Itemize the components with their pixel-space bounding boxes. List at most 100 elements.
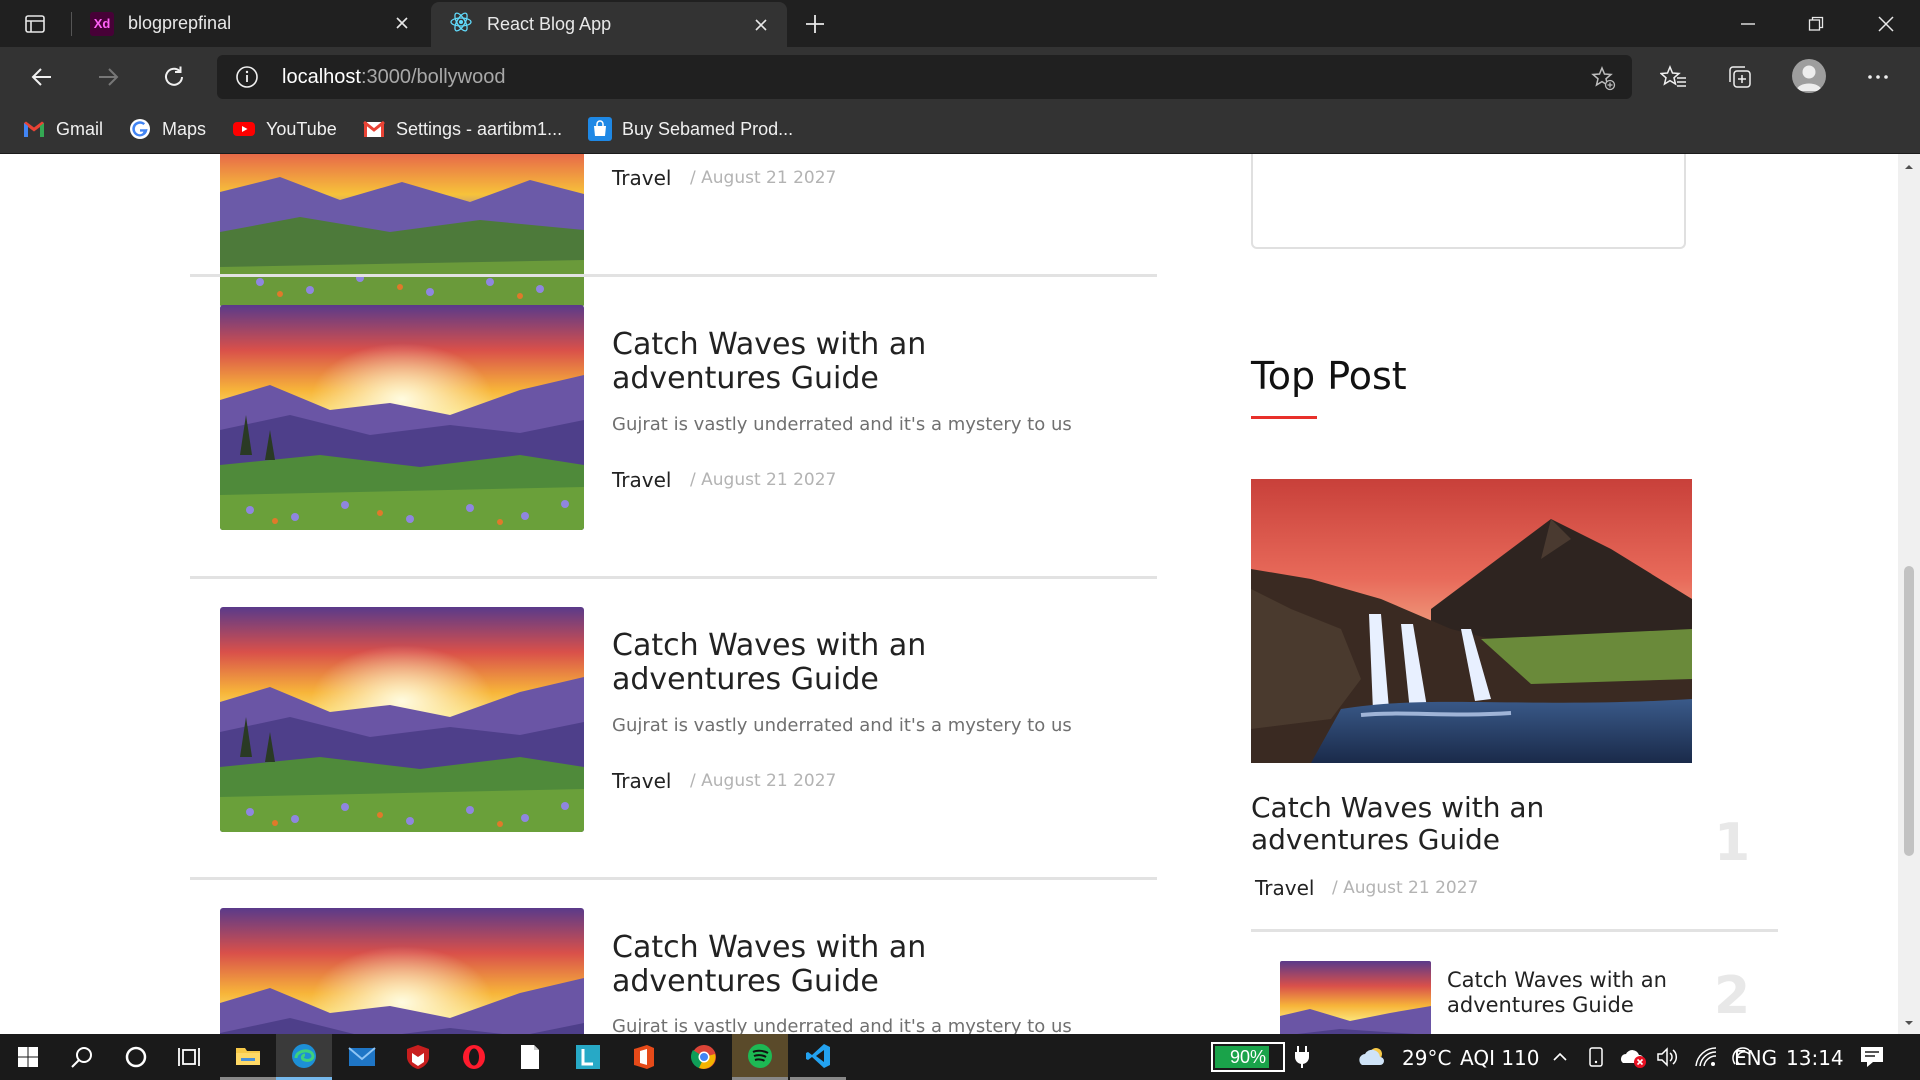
post-divider (190, 877, 1157, 880)
profile-avatar[interactable] (1792, 59, 1826, 93)
url-text[interactable]: localhost:3000/bollywood (282, 66, 506, 89)
refresh-button[interactable] (154, 57, 194, 97)
minimize-button[interactable] (1714, 0, 1782, 47)
collections-icon[interactable] (1724, 61, 1756, 93)
post-description: Gujrat is vastly underrated and it's a m… (612, 414, 1072, 435)
bookmark-youtube[interactable]: YouTube (232, 115, 337, 143)
clock-time[interactable]: 13:14 (1786, 1046, 1844, 1070)
notepad-icon[interactable] (502, 1034, 558, 1080)
forward-button[interactable] (88, 57, 128, 97)
top-post-thumbnail[interactable] (1280, 961, 1431, 1034)
google-icon (128, 117, 152, 141)
bookmark-gmail[interactable]: Gmail (22, 115, 103, 143)
top-post-title[interactable]: Catch Waves with an adventures Guide (1447, 968, 1697, 1018)
wifi-icon[interactable] (1694, 1045, 1718, 1069)
opera-icon[interactable] (446, 1034, 502, 1080)
windows-start-icon[interactable] (0, 1034, 56, 1080)
battery-percent: 90% (1229, 1046, 1267, 1067)
cortana-icon[interactable] (108, 1034, 164, 1080)
notifications-icon[interactable] (1858, 1045, 1886, 1069)
post-category[interactable]: Travel (612, 769, 671, 793)
post-thumbnail[interactable] (220, 908, 584, 1034)
top-post-divider (1251, 929, 1778, 932)
edge-browser-icon[interactable] (276, 1034, 332, 1080)
tab-close-icon[interactable] (749, 13, 773, 37)
react-icon (449, 10, 473, 39)
browser-tab-bar: Xd blogprepfinal React Blog App (0, 0, 1920, 47)
url-path: :3000/bollywood (360, 66, 506, 88)
scroll-up-arrow-icon[interactable] (1903, 160, 1915, 172)
top-post-category[interactable]: Travel (1255, 876, 1314, 900)
post-divider (190, 274, 1157, 277)
heading-underline (1251, 416, 1317, 419)
power-plug-icon[interactable] (1290, 1045, 1314, 1069)
post-date: / August 21 2027 (690, 168, 837, 188)
device-icon[interactable] (1584, 1045, 1608, 1069)
bookmark-sebamed[interactable]: Buy Sebamed Prod... (588, 115, 793, 143)
scrollbar-thumb[interactable] (1904, 566, 1914, 856)
post-description: Gujrat is vastly underrated and it's a m… (612, 1016, 1072, 1034)
bookmark-label: Buy Sebamed Prod... (622, 118, 794, 139)
url-host: localhost (282, 66, 361, 88)
top-post-heading: Top Post (1251, 354, 1407, 398)
tab-react-blog-app[interactable]: React Blog App (431, 2, 787, 47)
close-window-button[interactable] (1852, 0, 1920, 47)
battery-indicator[interactable]: 90% (1211, 1042, 1285, 1072)
shop-icon (588, 117, 612, 141)
chevron-up-icon[interactable] (1548, 1045, 1572, 1069)
scroll-down-arrow-icon[interactable] (1903, 1016, 1915, 1028)
lumen-app-icon[interactable] (560, 1034, 616, 1080)
language-indicator[interactable]: ENG (1734, 1046, 1777, 1070)
tab-actions-button[interactable] (18, 10, 52, 38)
address-bar[interactable]: localhost:3000/bollywood (217, 55, 1632, 99)
bookmarks-bar: Gmail Maps YouTube Settings - aartibm1..… (0, 105, 1920, 154)
favorites-icon[interactable] (1658, 61, 1690, 93)
spotify-icon[interactable] (732, 1034, 788, 1080)
post-thumbnail[interactable] (220, 154, 584, 307)
bookmark-label: YouTube (266, 118, 337, 139)
volume-icon[interactable] (1656, 1045, 1680, 1069)
search-icon[interactable] (54, 1034, 110, 1080)
weather-temp[interactable]: 29°C (1402, 1046, 1451, 1070)
onedrive-error-icon[interactable] (1620, 1045, 1648, 1069)
post-category[interactable]: Travel (612, 166, 671, 190)
gmail-icon (362, 117, 386, 141)
tab-close-icon[interactable] (390, 11, 414, 35)
post-divider (190, 576, 1157, 579)
post-category[interactable]: Travel (612, 468, 671, 492)
post-title[interactable]: Catch Waves with an adventures Guide (612, 328, 1092, 396)
adobe-xd-icon: Xd (90, 11, 114, 36)
tab-blogprepfinal[interactable]: Xd blogprepfinal (72, 0, 428, 47)
bookmark-maps[interactable]: Maps (128, 115, 206, 143)
new-tab-button[interactable] (800, 9, 830, 39)
mail-icon[interactable] (334, 1034, 390, 1080)
post-description: Gujrat is vastly underrated and it's a m… (612, 715, 1072, 736)
browser-toolbar: localhost:3000/bollywood (0, 47, 1920, 105)
tab-title: React Blog App (487, 14, 612, 34)
top-post-image[interactable] (1251, 479, 1692, 763)
post-date: / August 21 2027 (690, 771, 837, 791)
weather-icon[interactable] (1356, 1045, 1388, 1069)
post-title[interactable]: Catch Waves with an adventures Guide (612, 931, 1092, 999)
post-title[interactable]: Catch Waves with an adventures Guide (612, 629, 1092, 697)
windows-taskbar: 90% 29°C AQI 110 ENG 13:14 (0, 1034, 1920, 1080)
task-view-icon[interactable] (162, 1034, 218, 1080)
more-options-icon[interactable] (1862, 61, 1894, 93)
mcafee-icon[interactable] (390, 1034, 446, 1080)
chrome-icon[interactable] (676, 1034, 732, 1080)
vscode-icon[interactable] (790, 1034, 846, 1080)
top-post-title[interactable]: Catch Waves with an adventures Guide (1251, 792, 1711, 856)
gmail-icon (22, 117, 46, 141)
bookmark-settings[interactable]: Settings - aartibm1... (362, 115, 562, 143)
post-thumbnail[interactable] (220, 305, 584, 530)
office-icon[interactable] (616, 1034, 672, 1080)
add-favorite-icon[interactable] (1590, 65, 1616, 91)
restore-button[interactable] (1782, 0, 1850, 47)
aqi-value[interactable]: AQI 110 (1460, 1046, 1540, 1070)
page-scrollbar[interactable] (1898, 154, 1920, 1034)
post-thumbnail[interactable] (220, 607, 584, 832)
post-date: / August 21 2027 (690, 470, 837, 490)
site-info-icon[interactable] (235, 65, 259, 89)
file-explorer-icon[interactable] (220, 1034, 276, 1080)
back-button[interactable] (22, 57, 62, 97)
